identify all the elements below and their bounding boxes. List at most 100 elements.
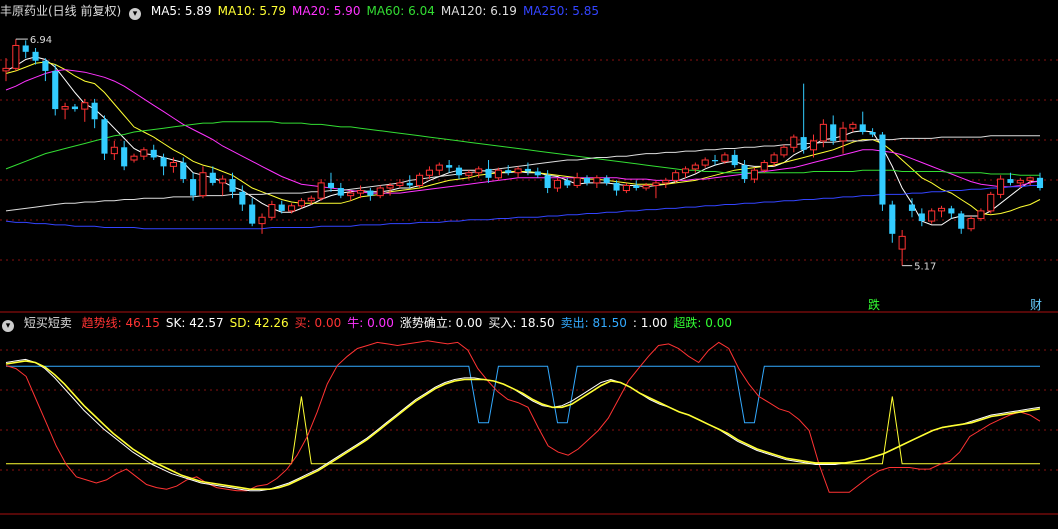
candle-body (613, 182, 620, 191)
candle-body (622, 184, 630, 192)
legend-item: SK: 42.57 (165, 316, 224, 330)
stock-chart: 6.94 5.17 跌 财 (0, 35, 1058, 525)
candle-body (642, 184, 650, 189)
legend-item: : 1.00 (632, 316, 668, 330)
chevron-down-icon[interactable]: ▾ (129, 8, 142, 20)
status-strip (0, 515, 1058, 525)
candle-body (61, 106, 69, 110)
candle-body (199, 172, 207, 197)
candle-body (239, 191, 246, 205)
candle-body (190, 179, 197, 196)
candle-body (1007, 179, 1014, 183)
candle-body (268, 204, 276, 218)
candle-body (633, 185, 640, 188)
candle-body (918, 213, 925, 222)
candle-body (593, 177, 601, 184)
candle-body (573, 177, 581, 186)
candle-body (839, 127, 847, 142)
candle-body (544, 175, 551, 188)
candle-body (711, 160, 719, 162)
legend-item: MA5: 5.89 (150, 4, 212, 18)
stock-title[interactable]: 丰原药业(日线 前复权) (0, 4, 121, 18)
candle-body (750, 169, 758, 180)
candle-body (435, 164, 443, 171)
candle-body (681, 168, 690, 174)
candle-body (701, 159, 709, 166)
candle-body (662, 179, 670, 184)
low-price-label: 5.17 (914, 262, 936, 273)
candle-body (485, 168, 492, 178)
candle-body (534, 171, 541, 176)
candle-body (288, 205, 296, 212)
candle-body (101, 119, 108, 154)
candle-body (869, 132, 876, 135)
candle-body (760, 162, 768, 171)
candle-body (553, 179, 562, 189)
indicator-line-SK (5, 358, 1041, 492)
legend-item: 买入: 18.50 (488, 316, 555, 330)
candle-body (356, 190, 365, 194)
candle-body (879, 134, 886, 205)
candle-body (406, 182, 413, 186)
legend-item: 趋势线: 46.15 (81, 316, 160, 330)
candle-body (32, 51, 39, 61)
top-header: 丰原药业(日线 前复权) ▾ MA5: 5.89 MA10: 5.79 MA20: … (0, 2, 611, 20)
candle-body (71, 106, 78, 110)
candle-body (741, 165, 748, 180)
candle-body (425, 169, 434, 176)
candle-body (91, 102, 98, 120)
candle-body (809, 140, 818, 151)
legend-item: SD: 42.26 (229, 316, 289, 330)
legend-item: MA20: 5.90 (292, 4, 361, 18)
candle-body (465, 172, 473, 176)
candle-body (121, 147, 128, 167)
indicator-title[interactable]: 短买短卖 (24, 316, 72, 330)
candle-body (446, 165, 453, 168)
candle-body (12, 44, 20, 69)
candle-body (583, 177, 591, 183)
candle-body (130, 155, 138, 161)
candle-body (150, 149, 157, 158)
candle-body (505, 170, 512, 173)
chart-stage: 6.94 5.17 跌 财 (0, 0, 1058, 525)
candle-body (958, 213, 965, 229)
candle-body (81, 102, 89, 110)
candle-body (249, 204, 256, 224)
candle-body (376, 187, 384, 197)
candle-body (317, 182, 325, 199)
candle-body (258, 216, 266, 225)
legend-item: 买: 0.00 (294, 316, 342, 330)
candle-body (416, 174, 424, 186)
chevron-down-icon[interactable]: ▾ (2, 320, 14, 332)
candle-body (337, 188, 344, 196)
candle-body (297, 200, 305, 207)
candle-body (830, 124, 837, 141)
legend-item: MA60: 6.04 (366, 4, 435, 18)
candle-body (997, 178, 1005, 195)
candle-body (800, 137, 807, 150)
candle-body (494, 169, 502, 179)
candle-body (889, 204, 896, 234)
legend-item: MA120: 6.19 (440, 4, 517, 18)
candle-body (219, 178, 227, 184)
candle-body (908, 204, 916, 211)
candle-body (780, 146, 788, 156)
candle-body (42, 60, 49, 71)
candle-body (721, 154, 729, 162)
candle-body (180, 162, 187, 180)
candle-body (22, 45, 29, 52)
candle-body (564, 180, 571, 186)
candle-body (327, 182, 335, 188)
candle-body (524, 168, 531, 172)
candle-body (948, 208, 955, 214)
candle-body (849, 123, 857, 129)
candle-body (169, 162, 177, 167)
candle-body (937, 207, 946, 212)
candle-body (347, 192, 355, 197)
candle-body (603, 177, 610, 183)
high-price-label: 6.94 (30, 35, 52, 46)
candle-body (160, 157, 167, 167)
legend-item: 超跌: 0.00 (673, 316, 732, 330)
marker-die: 跌 (868, 297, 880, 312)
candle-body (2, 67, 10, 72)
